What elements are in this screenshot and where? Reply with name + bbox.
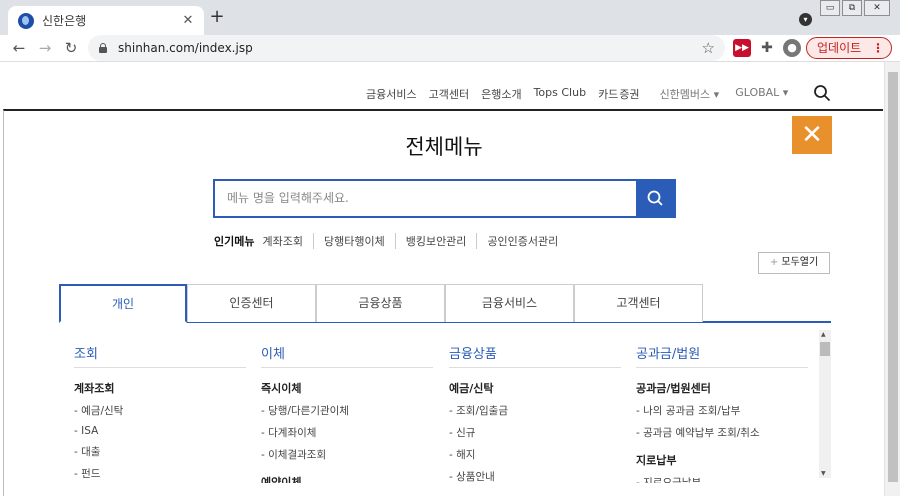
menu-column-inquiry: 조회 계좌조회 예금/신탁 ISA 대출 펀드	[74, 343, 246, 481]
tab-financial-services[interactable]: 금융서비스	[445, 284, 574, 322]
page-title: 전체메뉴	[405, 135, 483, 159]
browser-toolbar: ← → ↻ shinhan.com/index.jsp ☆ ▶▶ ✚ ● 업데이…	[0, 35, 900, 62]
menu-link[interactable]: 상품안내	[449, 469, 621, 483]
menu-column-utilities: 공과금/법원 공과금/법원센터 나의 공과금 조회/납부 공과금 예약납부 조회…	[636, 343, 808, 483]
lock-icon	[98, 43, 108, 53]
menu-link[interactable]: 지로요금납부	[636, 475, 808, 483]
nav-item-card[interactable]: 카드	[598, 86, 618, 102]
menu-link[interactable]: 해지	[449, 447, 621, 462]
popular-item[interactable]: 당행타행이체	[312, 233, 395, 249]
menu-group-title[interactable]: 예금/신탁	[449, 380, 621, 396]
tab-financial-products[interactable]: 금융상품	[316, 284, 445, 322]
full-menu-panel: ✕ 전체메뉴 메뉴 명을 입력해주세요. 인기메뉴 계좌조회 당행타행이체 뱅킹…	[3, 109, 883, 496]
scroll-thumb[interactable]	[820, 342, 830, 356]
update-label: 업데이트	[817, 41, 862, 55]
nav-item-securities[interactable]: 증권	[619, 86, 639, 102]
global-nav: 금융서비스 고객센터 은행소개 Tops Club 카드 증권 신한멤버스 ▾ …	[366, 86, 800, 102]
menu-link[interactable]: 대출	[74, 444, 246, 459]
menu-scrollbar[interactable]: ▲ ▼	[819, 330, 831, 478]
tab-search-icon[interactable]: ▾	[799, 13, 812, 26]
nav-item-tops-club[interactable]: Tops Club	[534, 86, 586, 102]
popular-item[interactable]: 뱅킹보안관리	[394, 233, 477, 249]
extension-icon[interactable]: ▶▶	[733, 39, 751, 57]
nav-item-global[interactable]: GLOBAL ▾	[735, 86, 788, 102]
scroll-up-icon[interactable]: ▲	[821, 331, 826, 338]
tab-certificate-center[interactable]: 인증센터	[187, 284, 316, 322]
menu-link[interactable]: 펀드	[74, 466, 246, 481]
menu-link[interactable]: 이체결과조회	[261, 447, 433, 462]
window-close-button[interactable]: ✕	[864, 0, 890, 16]
nav-item-financial-services[interactable]: 금융서비스	[366, 86, 417, 102]
forward-icon[interactable]: →	[35, 38, 55, 58]
tab-personal[interactable]: 개인	[59, 284, 187, 323]
menu-columns: 조회 계좌조회 예금/신탁 ISA 대출 펀드 이체 즉시이체 당행/다른기관이…	[74, 343, 814, 483]
nav-item-customer-center[interactable]: 고객센터	[429, 86, 469, 102]
search-icon[interactable]	[813, 84, 831, 102]
menu-link[interactable]: 예금/신탁	[74, 403, 246, 418]
back-icon[interactable]: ←	[9, 38, 29, 58]
menu-column-products: 금융상품 예금/신탁 조회/입출금 신규 해지 상품안내	[449, 343, 621, 483]
expand-all-button[interactable]: + 모두열기	[758, 252, 830, 274]
popular-item[interactable]: 계좌조회	[262, 233, 312, 249]
expand-all-label: 모두열기	[781, 257, 819, 268]
column-heading[interactable]: 조회	[74, 343, 246, 368]
popular-item[interactable]: 공인인증서관리	[476, 233, 568, 249]
extensions-puzzle-icon[interactable]: ✚	[758, 39, 776, 57]
tab-close-icon[interactable]: ✕	[180, 13, 196, 28]
menu-search-button[interactable]	[636, 181, 674, 216]
bookmark-star-icon[interactable]: ☆	[702, 39, 715, 57]
menu-link[interactable]: 당행/다른기관이체	[261, 403, 433, 418]
popular-label: 인기메뉴	[214, 235, 255, 248]
restore-button[interactable]: ⧉	[842, 0, 862, 16]
window-controls: ▭ ⧉ ✕	[818, 0, 890, 16]
plus-icon: +	[769, 257, 782, 268]
site-header: 금융서비스 고객센터 은행소개 Tops Club 카드 증권 신한멤버스 ▾ …	[0, 62, 884, 175]
page-scrollbar[interactable]	[884, 62, 900, 496]
browser-tab-strip: 신한은행 ✕ + ▾ ▭ ⧉ ✕	[0, 0, 900, 35]
minimize-button[interactable]: ▭	[820, 0, 840, 16]
tab-customer-center[interactable]: 고객센터	[574, 284, 703, 322]
menu-group-title[interactable]: 예약이체	[261, 474, 433, 483]
menu-link[interactable]: 신규	[449, 425, 621, 440]
menu-group-title[interactable]: 지로납부	[636, 452, 808, 468]
menu-link[interactable]: ISA	[74, 425, 246, 437]
tab-title: 신한은행	[42, 14, 87, 28]
browser-menu-icon[interactable]: ⋮	[872, 38, 884, 58]
menu-search-form: 메뉴 명을 입력해주세요.	[213, 179, 676, 218]
menu-group-title[interactable]: 즉시이체	[261, 380, 433, 396]
browser-tab[interactable]: 신한은행 ✕	[8, 6, 204, 35]
popular-menu: 인기메뉴 계좌조회 당행타행이체 뱅킹보안관리 공인인증서관리	[214, 233, 568, 249]
column-heading[interactable]: 공과금/법원	[636, 343, 808, 368]
menu-link[interactable]: 공과금 예약납부 조회/취소	[636, 425, 808, 440]
scroll-down-icon[interactable]: ▼	[821, 470, 826, 477]
update-button[interactable]: 업데이트 ⋮	[806, 37, 892, 59]
menu-column-transfer: 이체 즉시이체 당행/다른기관이체 다계좌이체 이체결과조회 예약이체	[261, 343, 433, 483]
reload-icon[interactable]: ↻	[61, 38, 81, 58]
column-heading[interactable]: 이체	[261, 343, 433, 368]
page-scroll-thumb[interactable]	[888, 72, 898, 482]
search-icon	[647, 190, 663, 206]
menu-search-input[interactable]: 메뉴 명을 입력해주세요.	[215, 181, 636, 216]
category-tabs: 개인 인증센터 금융상품 금융서비스 고객센터	[59, 284, 831, 323]
menu-group-title[interactable]: 공과금/법원센터	[636, 380, 808, 396]
shinhan-favicon-icon	[18, 12, 34, 29]
new-tab-button[interactable]: +	[207, 7, 227, 27]
nav-item-members[interactable]: 신한멤버스 ▾	[660, 86, 720, 102]
nav-item-about[interactable]: 은행소개	[481, 86, 521, 102]
address-bar[interactable]: shinhan.com/index.jsp ☆	[88, 35, 725, 61]
menu-link[interactable]: 나의 공과금 조회/납부	[636, 403, 808, 418]
column-heading[interactable]: 금융상품	[449, 343, 621, 368]
menu-link[interactable]: 다계좌이체	[261, 425, 433, 440]
menu-link[interactable]: 조회/입출금	[449, 403, 621, 418]
menu-group-title[interactable]: 계좌조회	[74, 380, 246, 396]
url-text[interactable]: shinhan.com/index.jsp	[118, 41, 702, 55]
profile-avatar-icon[interactable]: ●	[783, 39, 801, 57]
